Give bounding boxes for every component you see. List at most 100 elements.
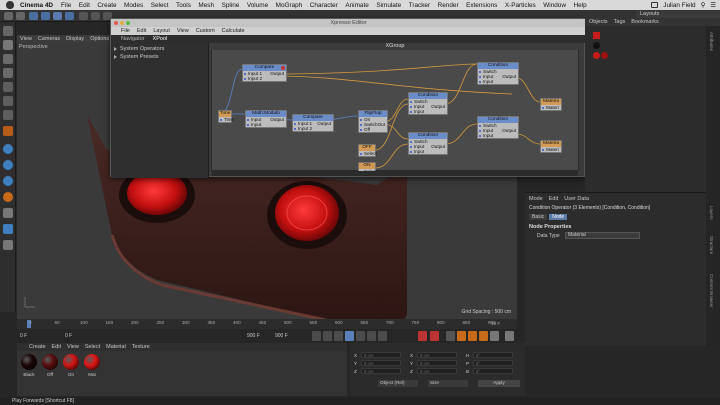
node-time[interactable]: Time Time (218, 110, 234, 123)
current-frame[interactable]: 0 F (20, 333, 27, 339)
menu-character[interactable]: Character (310, 2, 338, 9)
param-key-icon[interactable] (490, 331, 499, 341)
menu-edit[interactable]: Edit (79, 2, 90, 9)
coord-field[interactable]: 0 cm (361, 352, 401, 358)
xpresso-icon[interactable] (3, 224, 13, 234)
timeline-ruler[interactable]: 0 50 100 150 200 250 300 350 400 450 500 550 600 650 7… (17, 319, 517, 329)
mat-menu-texture[interactable]: Texture (132, 344, 150, 350)
node-flipflop[interactable]: FlipFlop On Switch Out Off (358, 110, 388, 133)
close-icon[interactable] (114, 21, 118, 25)
material-swatch[interactable] (63, 354, 79, 370)
coord-field[interactable]: 0 cm (361, 360, 401, 366)
tab-navigator[interactable]: Navigator (121, 36, 145, 42)
menu-help[interactable]: Help (573, 2, 586, 9)
x-menu-layout[interactable]: Layout (153, 28, 170, 34)
menu-modes[interactable]: Modes (124, 2, 143, 9)
record-icon[interactable] (418, 331, 427, 341)
app-menu[interactable]: Cinema 4D (20, 2, 53, 9)
menu-list-icon[interactable]: ☰ (710, 1, 716, 9)
side-tab-attributes[interactable]: Attributes (709, 32, 714, 51)
x-menu-edit[interactable]: Edit (137, 28, 146, 34)
timeline-menu-icon[interactable] (505, 331, 514, 341)
pool-system-presets[interactable]: System Presets (114, 54, 159, 60)
node-port[interactable]: Input (246, 122, 286, 127)
coord-field[interactable]: 0 cm (361, 368, 401, 374)
rotate-icon[interactable] (65, 12, 74, 20)
end-frame-2[interactable]: 900 F (275, 333, 288, 339)
coord-field[interactable]: 0° (473, 368, 513, 374)
vp-display[interactable]: Display (66, 36, 84, 42)
node-material-2[interactable]: Materia Materi (540, 140, 562, 153)
node-port[interactable]: Input 2 (293, 126, 333, 131)
make-editable-icon[interactable] (3, 26, 13, 36)
enable-axis-icon[interactable] (3, 126, 13, 136)
menu-window[interactable]: Window (543, 2, 566, 9)
autokey-icon[interactable] (430, 331, 439, 341)
x-menu-view[interactable]: View (177, 28, 189, 34)
tab-objects[interactable]: Objects (589, 19, 608, 25)
snap-icon[interactable] (3, 144, 13, 154)
node-compare-2[interactable]: Compare Input 1 Output Input 2 (292, 114, 334, 132)
expand-icon[interactable] (114, 55, 117, 59)
tweak-icon[interactable] (3, 240, 13, 250)
axis-y-icon[interactable] (91, 12, 100, 20)
node-port[interactable]: Input (478, 79, 518, 84)
attr-tab-node[interactable]: Node (549, 214, 568, 220)
node-port[interactable]: Time (219, 117, 234, 122)
zoom-icon[interactable] (126, 21, 130, 25)
node-port[interactable]: Select (359, 151, 377, 156)
menu-mograph[interactable]: MoGraph (276, 2, 303, 9)
polygons-mode-icon[interactable] (3, 110, 13, 120)
node-port[interactable]: Materi (541, 105, 561, 110)
node-port[interactable]: Off (359, 127, 387, 132)
coord-field[interactable]: 0° (473, 352, 513, 358)
sculpt-icon[interactable] (3, 160, 13, 170)
menu-volume[interactable]: Volume (247, 2, 268, 9)
menu-simulate[interactable]: Simulate (376, 2, 401, 9)
side-tab-content-browser[interactable]: Content Browser (709, 274, 714, 308)
edges-mode-icon[interactable] (3, 96, 13, 106)
redo-icon[interactable] (16, 12, 25, 20)
next-frame-icon[interactable] (356, 331, 365, 341)
go-to-end-icon[interactable] (378, 331, 387, 341)
node-material-1[interactable]: Materia Materi (540, 98, 562, 111)
material-swatch[interactable] (84, 354, 100, 370)
minimize-icon[interactable] (120, 21, 124, 25)
search-icon[interactable]: ⚲ (701, 1, 706, 9)
node-port[interactable]: Input (478, 133, 518, 138)
prev-frame-icon[interactable] (334, 331, 343, 341)
prev-key-icon[interactable] (323, 331, 332, 341)
mat-menu-material[interactable]: Material (106, 344, 126, 350)
play-forwards-icon[interactable] (345, 331, 354, 341)
go-to-start-icon[interactable] (312, 331, 321, 341)
node-condition-1[interactable]: Condition Switch Input Output Input (408, 92, 448, 115)
locked-workplane-icon[interactable] (3, 176, 13, 186)
coord-field[interactable]: 0° (473, 360, 513, 366)
node-compare-1[interactable]: Compare Input 1 Output Input 2 (242, 64, 287, 82)
material-tag-icon[interactable] (593, 52, 600, 59)
menu-create[interactable]: Create (97, 2, 116, 9)
menu-render[interactable]: Render (438, 2, 459, 9)
grid-icon[interactable] (3, 208, 13, 218)
node-port[interactable]: Input 2 (243, 76, 286, 81)
node-condition-3[interactable]: Condition Switch Input Output Input (477, 62, 519, 85)
apple-icon[interactable] (6, 1, 14, 9)
object-tag-icon[interactable] (593, 32, 600, 39)
menu-select[interactable]: Select (151, 2, 169, 9)
layouts-dropdown[interactable]: Layouts (636, 11, 720, 18)
model-mode-icon[interactable] (3, 40, 13, 50)
size-mode-dropdown[interactable]: Size (428, 380, 468, 387)
vp-options[interactable]: Options (90, 36, 109, 42)
mat-menu-edit[interactable]: Edit (52, 344, 61, 350)
pool-system-operators[interactable]: System Operators (114, 46, 164, 52)
axis-x-icon[interactable] (79, 12, 88, 20)
node-port[interactable]: Materi (541, 147, 561, 152)
vp-cameras[interactable]: Cameras (38, 36, 60, 42)
expand-icon[interactable] (114, 47, 117, 51)
graph-scrollbar[interactable] (212, 171, 578, 176)
mat-menu-create[interactable]: Create (29, 344, 46, 350)
node-condition-4[interactable]: Condition Switch Input Output Input (477, 116, 519, 139)
points-mode-icon[interactable] (3, 82, 13, 92)
menu-tracker[interactable]: Tracker (409, 2, 430, 9)
solo-icon[interactable] (3, 192, 13, 202)
